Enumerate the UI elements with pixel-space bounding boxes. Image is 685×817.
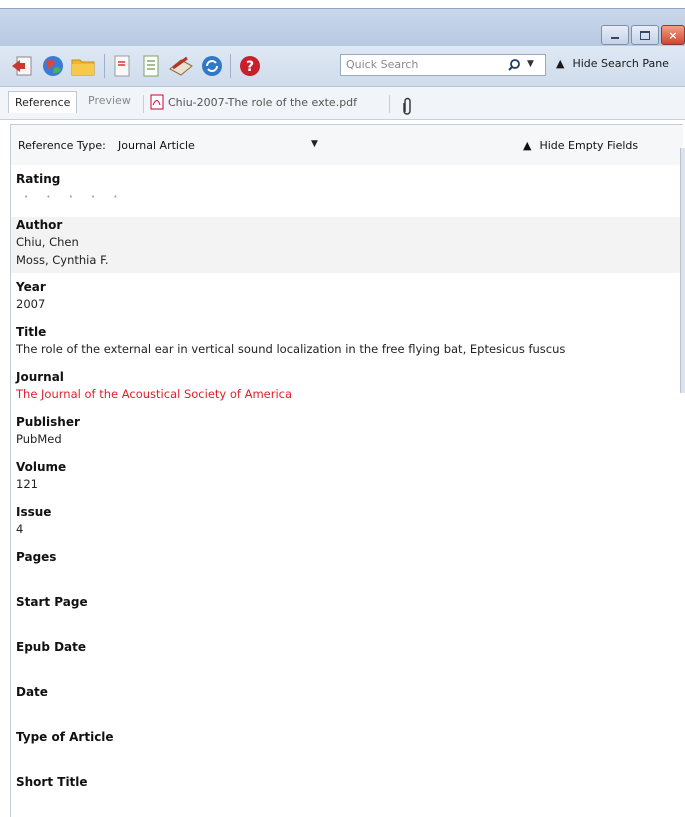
help-button[interactable]: ?: [237, 53, 263, 79]
title-bar: ×: [0, 8, 685, 47]
quick-search-placeholder: Quick Search: [346, 58, 419, 71]
toolbar-separator: [104, 54, 105, 78]
field-volume: Volume 121: [16, 459, 66, 493]
year-value[interactable]: 2007: [16, 295, 46, 313]
field-label: Type of Article: [16, 730, 114, 744]
minimize-icon: [611, 37, 619, 39]
open-library-button[interactable]: [70, 53, 96, 79]
field-date[interactable]: Date: [16, 684, 48, 700]
tab-bar: Reference Preview Chiu-2007-The role of …: [0, 87, 685, 120]
pdf-icon: [114, 55, 130, 77]
toolbar-separator: [230, 54, 231, 78]
field-journal: Journal The Journal of the Acoustical So…: [16, 369, 292, 403]
field-label: Short Title: [16, 775, 88, 789]
folder-icon: [71, 59, 95, 76]
reference-type-label: Reference Type:: [18, 139, 106, 152]
quick-search-input[interactable]: Quick Search ▼: [340, 54, 546, 76]
document-list-icon: [143, 55, 159, 77]
hide-empty-fields-button[interactable]: ▲ Hide Empty Fields: [523, 139, 638, 152]
maximize-icon: [640, 30, 650, 40]
close-icon: ×: [668, 28, 678, 42]
help-icon: ?: [240, 56, 260, 76]
tab-preview[interactable]: Preview: [88, 94, 131, 107]
sync-button[interactable]: [199, 53, 225, 79]
online-search-button[interactable]: [40, 53, 66, 79]
search-icon[interactable]: [507, 58, 521, 72]
chevron-down-icon[interactable]: ▼: [311, 139, 318, 149]
tab-separator: [143, 95, 144, 113]
field-title: Title The role of the external ear in ve…: [16, 324, 565, 358]
field-type-of-article[interactable]: Type of Article: [16, 729, 114, 745]
field-label: Year: [16, 280, 46, 294]
maximize-button[interactable]: [631, 25, 659, 45]
scrollbar[interactable]: [680, 148, 685, 393]
book-pen-icon: [169, 56, 193, 76]
field-pages[interactable]: Pages: [16, 549, 56, 565]
field-label: Publisher: [16, 415, 80, 429]
field-label: Pages: [16, 550, 57, 564]
open-pdf-button[interactable]: [109, 53, 135, 79]
reference-type-select[interactable]: Journal Article: [118, 139, 195, 152]
issue-value[interactable]: 4: [16, 520, 51, 538]
attach-file-icon[interactable]: [401, 97, 413, 115]
search-dropdown-icon[interactable]: ▼: [527, 59, 534, 69]
field-label: Date: [16, 685, 48, 699]
insert-citation-button[interactable]: [9, 53, 35, 79]
reference-panel: Reference Type: Journal Article ▼ ▲ Hide…: [10, 124, 683, 817]
field-publisher: Publisher PubMed: [16, 414, 80, 448]
window-frame: [0, 0, 685, 8]
up-arrow-icon: ▲: [556, 57, 565, 70]
rating-stars[interactable]: • • • • •: [24, 193, 126, 201]
field-label: Volume: [16, 460, 67, 474]
window-controls: ×: [601, 25, 685, 45]
close-button[interactable]: ×: [661, 25, 685, 45]
pdf-filename: Chiu-2007-The role of the exte.pdf: [168, 95, 358, 109]
field-label: Title: [16, 325, 47, 339]
field-author: Author Chiu, Chen Moss, Cynthia F.: [16, 217, 109, 269]
tab-separator: [389, 95, 390, 113]
field-start-page[interactable]: Start Page: [16, 594, 88, 610]
field-short-title[interactable]: Short Title: [16, 774, 88, 790]
hide-search-pane-label: Hide Search Pane: [572, 57, 669, 70]
globe-icon: [43, 56, 63, 76]
publisher-value[interactable]: PubMed: [16, 430, 80, 448]
insert-citation-icon: [12, 56, 32, 76]
hide-search-pane-button[interactable]: ▲ Hide Search Pane: [556, 57, 669, 70]
field-label: Journal: [16, 370, 64, 384]
author-highlight: [11, 217, 683, 273]
hide-empty-fields-label: Hide Empty Fields: [539, 139, 639, 152]
minimize-button[interactable]: [601, 25, 629, 45]
title-value[interactable]: The role of the external ear in vertical…: [16, 340, 565, 358]
tab-reference[interactable]: Reference: [8, 91, 78, 113]
field-label: Epub Date: [16, 640, 87, 654]
field-label: Issue: [16, 505, 52, 519]
edit-reference-button[interactable]: [167, 53, 193, 79]
svg-text:?: ?: [246, 59, 254, 75]
field-label: Author: [16, 218, 63, 232]
field-issue: Issue 4: [16, 504, 51, 538]
volume-value[interactable]: 121: [16, 475, 66, 493]
journal-value[interactable]: The Journal of the Acoustical Society of…: [16, 385, 292, 403]
field-rating: Rating • • • • •: [16, 171, 126, 201]
reference-type-row: Reference Type: Journal Article ▼ ▲ Hide…: [11, 125, 683, 165]
author-value[interactable]: Moss, Cynthia F.: [16, 251, 109, 269]
field-epub-date[interactable]: Epub Date: [16, 639, 86, 655]
pdf-icon: [150, 94, 164, 110]
author-value[interactable]: Chiu, Chen: [16, 233, 109, 251]
sync-icon: [202, 56, 222, 76]
format-bibliography-button[interactable]: [138, 53, 164, 79]
tab-pdf-attachment[interactable]: Chiu-2007-The role of the exte.pdf: [150, 94, 357, 110]
field-label: Start Page: [16, 595, 88, 609]
field-year: Year 2007: [16, 279, 46, 313]
up-arrow-icon: ▲: [523, 139, 532, 152]
field-label: Rating: [16, 172, 61, 186]
